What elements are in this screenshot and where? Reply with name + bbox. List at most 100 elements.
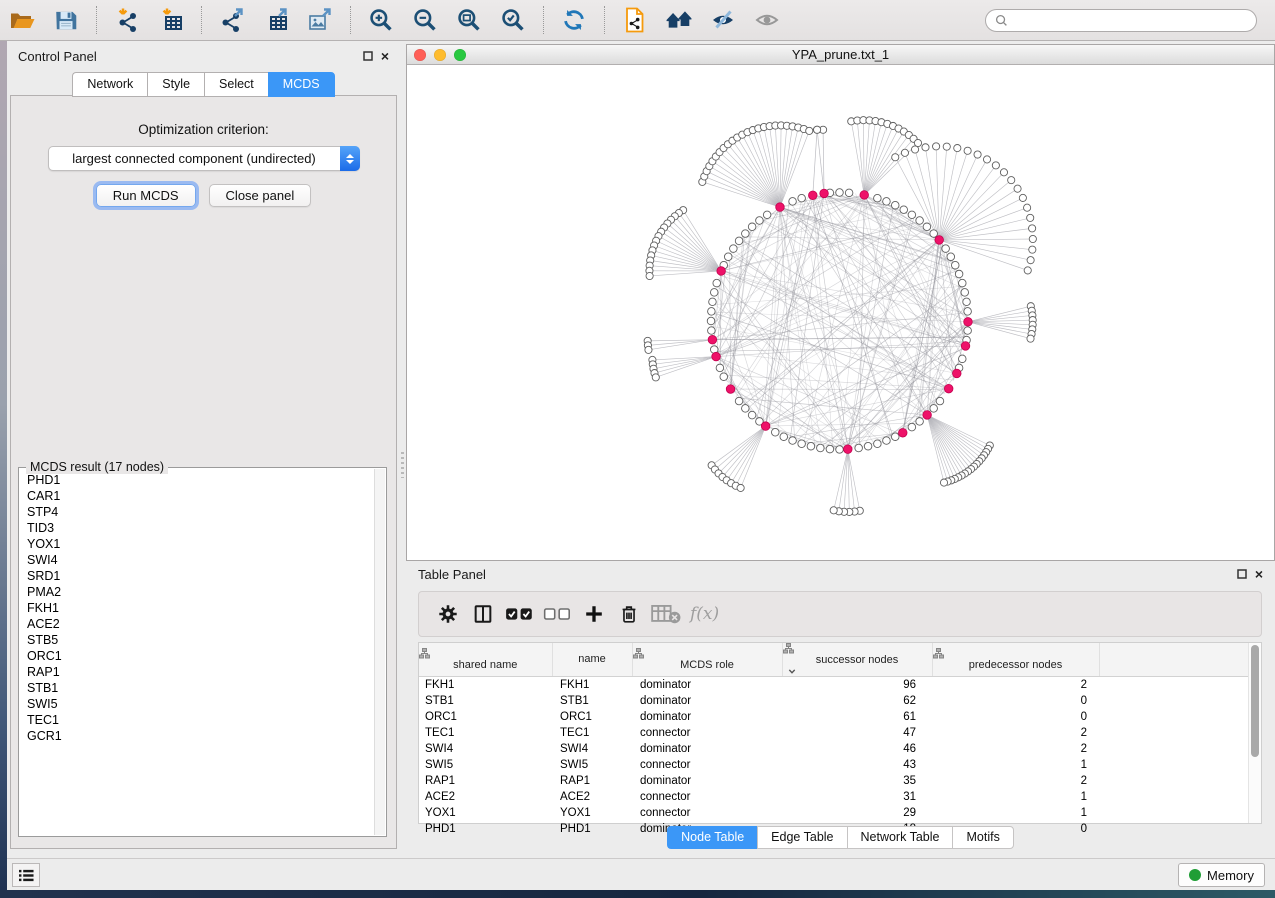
mcds-node[interactable] (726, 385, 735, 394)
close-panel-icon[interactable]: × (381, 51, 389, 61)
open-session-icon[interactable] (7, 6, 37, 34)
network-node[interactable] (891, 201, 899, 209)
search-input[interactable] (1014, 13, 1248, 27)
mcds-result-item[interactable]: STP4 (20, 504, 374, 520)
network-node[interactable] (891, 433, 899, 441)
show-all-icon[interactable] (752, 6, 782, 34)
mcds-result-scrollbar[interactable] (374, 469, 385, 835)
mcds-node[interactable] (860, 191, 869, 200)
network-node[interactable] (707, 317, 715, 325)
hide-selected-icon[interactable] (708, 6, 738, 34)
network-node[interactable] (652, 374, 659, 381)
network-node[interactable] (814, 126, 821, 133)
tab-style[interactable]: Style (147, 72, 204, 97)
network-node[interactable] (798, 194, 806, 202)
mcds-node[interactable] (809, 191, 818, 200)
zoom-in-icon[interactable] (366, 6, 396, 34)
network-node[interactable] (742, 405, 750, 413)
network-node[interactable] (936, 397, 944, 405)
export-image-icon[interactable] (305, 6, 335, 34)
mcds-result-item[interactable]: PHD1 (20, 472, 374, 488)
new-network-from-selection-icon[interactable] (620, 6, 650, 34)
import-table-icon[interactable] (156, 6, 186, 34)
select-all-rows-icon[interactable] (505, 601, 534, 627)
network-node[interactable] (708, 308, 716, 316)
column-header-predecessor-nodes[interactable]: predecessor nodes (932, 643, 1099, 677)
network-node[interactable] (955, 270, 963, 278)
network-node[interactable] (806, 127, 813, 134)
mcds-result-item[interactable]: PMA2 (20, 584, 374, 600)
save-session-icon[interactable] (51, 6, 81, 34)
network-node[interactable] (845, 189, 853, 197)
mcds-result-item[interactable]: ACE2 (20, 616, 374, 632)
network-node[interactable] (836, 446, 844, 454)
mcds-result-item[interactable]: FKH1 (20, 600, 374, 616)
network-node[interactable] (1024, 267, 1031, 274)
network-node[interactable] (789, 198, 797, 206)
table-row[interactable]: SWI5SWI5connector431 (419, 757, 1250, 773)
network-node[interactable] (1000, 169, 1007, 176)
network-node[interactable] (930, 405, 938, 413)
table-row[interactable]: FKH1FKH1dominator962 (419, 677, 1250, 693)
mcds-result-item[interactable]: CAR1 (20, 488, 374, 504)
window-close-button[interactable] (414, 49, 426, 61)
network-node[interactable] (735, 237, 743, 245)
network-node[interactable] (951, 261, 959, 269)
network-node[interactable] (756, 217, 764, 225)
close-panel-button[interactable]: Close panel (209, 184, 312, 207)
function-builder-icon[interactable]: f(x) (690, 601, 719, 627)
network-node[interactable] (830, 507, 837, 514)
network-node[interactable] (735, 397, 743, 405)
export-network-icon[interactable] (217, 6, 247, 34)
tab-node-table[interactable]: Node Table (667, 826, 757, 849)
network-node[interactable] (916, 418, 924, 426)
network-node[interactable] (922, 144, 929, 151)
table-options-gear-icon[interactable] (435, 601, 461, 627)
network-node[interactable] (930, 230, 938, 238)
mcds-node[interactable] (712, 352, 721, 361)
mcds-node[interactable] (844, 445, 853, 454)
network-node[interactable] (943, 143, 950, 150)
network-node[interactable] (1008, 177, 1015, 184)
network-node[interactable] (748, 223, 756, 231)
network-node[interactable] (798, 440, 806, 448)
table-row[interactable]: RAP1RAP1dominator352 (419, 773, 1250, 789)
network-node[interactable] (710, 289, 718, 297)
network-node[interactable] (964, 327, 972, 335)
network-node[interactable] (974, 151, 981, 158)
network-node[interactable] (763, 211, 771, 219)
mcds-node[interactable] (953, 369, 962, 378)
memory-button[interactable]: Memory (1178, 863, 1265, 887)
network-node[interactable] (874, 194, 882, 202)
table-row[interactable]: ORC1ORC1dominator610 (419, 709, 1250, 725)
network-node[interactable] (1027, 214, 1034, 221)
network-node[interactable] (646, 272, 653, 279)
network-node[interactable] (645, 346, 652, 353)
mcds-node[interactable] (898, 429, 907, 438)
network-node[interactable] (855, 444, 863, 452)
network-node[interactable] (892, 154, 899, 161)
network-canvas[interactable] (407, 65, 1274, 560)
close-table-panel-icon[interactable]: × (1255, 569, 1263, 579)
network-node[interactable] (954, 144, 961, 151)
table-row[interactable]: TEC1TEC1connector472 (419, 725, 1250, 741)
network-node[interactable] (713, 279, 721, 287)
network-node[interactable] (933, 143, 940, 150)
network-node[interactable] (901, 149, 908, 156)
column-header-shared-name[interactable]: shared name (419, 643, 552, 677)
tab-network[interactable]: Network (72, 72, 147, 97)
tab-network-table[interactable]: Network Table (847, 826, 953, 849)
mcds-result-item[interactable]: RAP1 (20, 664, 374, 680)
zoom-out-icon[interactable] (410, 6, 440, 34)
network-node[interactable] (817, 444, 825, 452)
mcds-node[interactable] (935, 236, 944, 245)
network-node[interactable] (942, 245, 950, 253)
network-node[interactable] (708, 327, 716, 335)
mcds-node[interactable] (964, 318, 973, 327)
criterion-select[interactable]: largest connected component (undirected) (48, 146, 360, 171)
first-neighbors-icon[interactable] (664, 6, 694, 34)
search-box[interactable] (985, 9, 1257, 32)
network-node[interactable] (1024, 204, 1031, 211)
panel-menu-button[interactable] (12, 863, 40, 887)
tab-edge-table[interactable]: Edge Table (757, 826, 846, 849)
